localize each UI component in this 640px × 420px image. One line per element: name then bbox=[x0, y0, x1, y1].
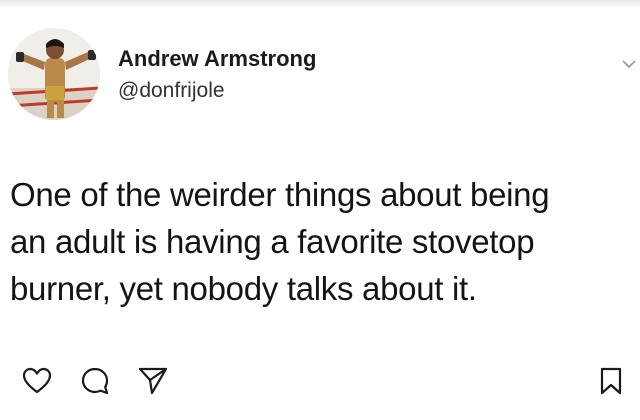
post-text-line: an adult is having a favorite stovetop bbox=[10, 223, 535, 260]
post-text-line: burner, yet nobody talks about it. bbox=[10, 270, 477, 307]
share-button[interactable] bbox=[138, 366, 168, 396]
like-button[interactable] bbox=[22, 366, 52, 396]
post-text: One of the weirder things about being an… bbox=[10, 171, 634, 312]
heart-icon bbox=[22, 367, 52, 394]
comment-icon bbox=[81, 367, 109, 395]
author-display-name[interactable]: Andrew Armstrong bbox=[118, 46, 316, 72]
chevron-down-icon bbox=[622, 60, 636, 69]
avatar-photo-icon bbox=[8, 28, 100, 120]
author-handle[interactable]: @donfrijole bbox=[118, 79, 225, 103]
post-text-line: One of the weirder things about being bbox=[10, 176, 550, 213]
save-button[interactable] bbox=[596, 366, 626, 396]
comment-button[interactable] bbox=[80, 366, 110, 396]
bookmark-icon bbox=[600, 367, 622, 395]
post-menu-button[interactable] bbox=[622, 56, 636, 69]
top-divider bbox=[0, 0, 640, 8]
author-avatar[interactable] bbox=[8, 28, 100, 120]
send-icon bbox=[138, 367, 168, 395]
